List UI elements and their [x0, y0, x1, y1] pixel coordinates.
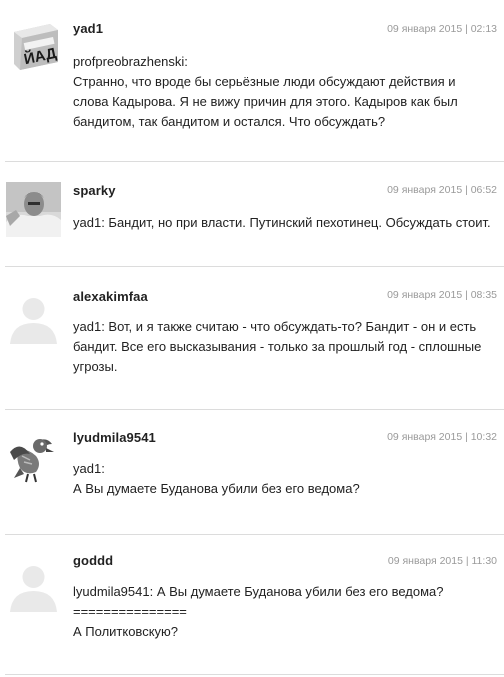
- default-avatar-icon: [6, 557, 61, 612]
- comment-timestamp: 09 января 2015 | 06:52: [387, 184, 497, 196]
- comment-line: угрозы.: [73, 359, 118, 374]
- comment-author[interactable]: lyudmila9541: [73, 430, 156, 445]
- avatar[interactable]: ЙАД: [6, 18, 61, 73]
- avatar[interactable]: [6, 289, 61, 344]
- comment-line: бандит. Все его высказывания - только за…: [73, 339, 482, 354]
- comment-body: lyudmila9541: А Вы думаете Буданова убил…: [73, 582, 498, 642]
- comment-line: Странно, что вроде бы серьёзные люди обс…: [73, 74, 456, 89]
- comment-timestamp: 09 января 2015 | 11:30: [387, 555, 497, 567]
- comment-item: alexakimfaa 09 января 2015 | 08:35 yad1:…: [0, 267, 504, 409]
- comment-item: lyudmila9541 09 января 2015 | 10:32 yad1…: [0, 410, 504, 534]
- bird-icon: [6, 430, 61, 485]
- comment-feed: ЙАД yad1 09 января 2015 | 02:13 profpreo…: [0, 0, 504, 677]
- comment-body: yad1: Вот, и я также считаю - что обсужд…: [73, 317, 498, 377]
- comment-body: yad1: Бандит, но при власти. Путинский п…: [73, 213, 498, 233]
- comment-separator: [5, 674, 504, 675]
- comment-body: yad1: А Вы думаете Буданова убили без ег…: [73, 459, 498, 499]
- comment-timestamp: 09 января 2015 | 08:35: [387, 289, 497, 301]
- comment-line: А Политковскую?: [73, 624, 179, 639]
- comment-body: profpreobrazhenski: Странно, что вроде б…: [73, 52, 498, 132]
- comment-author[interactable]: yad1: [73, 21, 103, 36]
- comment-author[interactable]: alexakimfaa: [73, 289, 148, 304]
- comment-line: yad1: Вот, и я также считаю - что обсужд…: [73, 319, 477, 334]
- avatar[interactable]: [6, 430, 61, 485]
- comment-item: goddd 09 января 2015 | 11:30 lyudmila954…: [0, 535, 504, 677]
- comment-item: sparky 09 января 2015 | 06:52 yad1: Банд…: [0, 162, 504, 266]
- comment-line: ===============: [73, 604, 187, 619]
- comment-line: lyudmila9541: А Вы думаете Буданова убил…: [73, 584, 444, 599]
- avatar[interactable]: [6, 182, 61, 237]
- comment-line: слова Кадырова. Я не вижу причин для это…: [73, 94, 458, 109]
- comment-line: profpreobrazhenski:: [73, 54, 188, 69]
- comment-line: yad1: Бандит, но при власти. Путинский п…: [73, 215, 491, 230]
- comment-author[interactable]: goddd: [73, 553, 113, 568]
- comment-line: А Вы думаете Буданова убили без его ведо…: [73, 481, 360, 496]
- user-photo-icon: [6, 182, 61, 237]
- comment-line: бандитом, так бандитом и остался. Что об…: [73, 114, 386, 129]
- comment-timestamp: 09 января 2015 | 10:32: [387, 431, 497, 443]
- comment-item: ЙАД yad1 09 января 2015 | 02:13 profpreo…: [0, 0, 504, 160]
- comment-author[interactable]: sparky: [73, 183, 116, 198]
- default-avatar-icon: [6, 289, 61, 344]
- yad-package-icon: ЙАД: [6, 18, 61, 73]
- comment-line: yad1:: [73, 461, 105, 476]
- comment-timestamp: 09 января 2015 | 02:13: [387, 23, 497, 35]
- avatar[interactable]: [6, 557, 61, 612]
